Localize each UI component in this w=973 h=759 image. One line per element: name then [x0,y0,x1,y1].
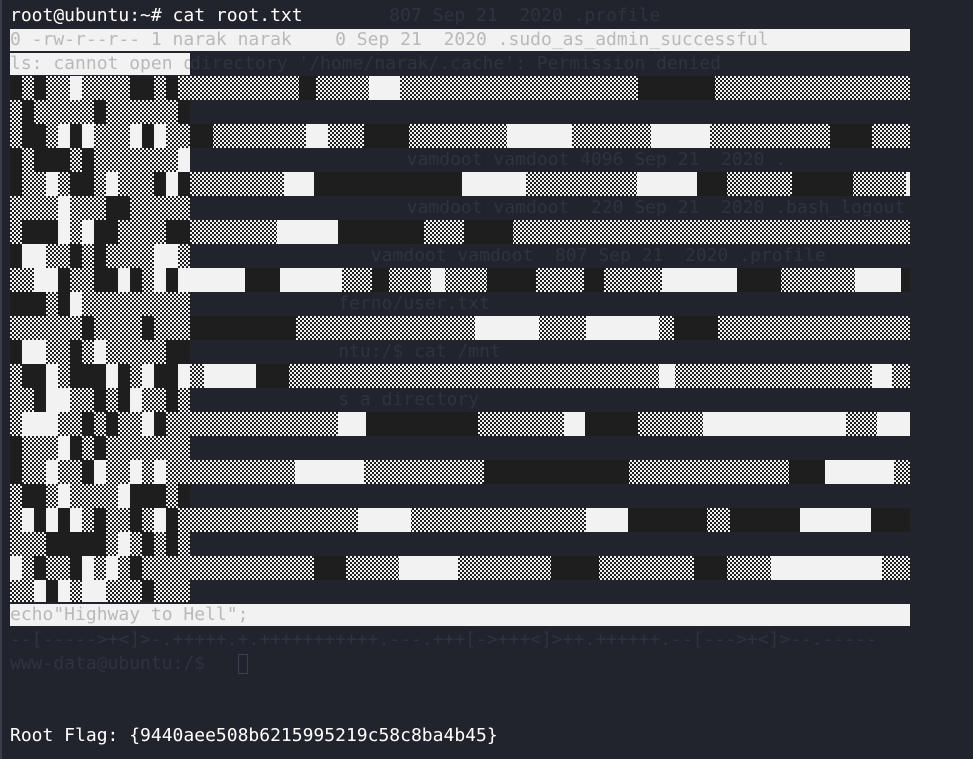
ghost-permission-text: directory '/home/narak/.cache': Permissi… [190,53,722,74]
ghost-line-user-txt: ferno/user.txt [154,293,490,314]
highlighted-output-line-1: 0 -rw-r--r-- 1 narak narak 0 Sep 21 2020… [10,29,910,51]
highlighted-output-line-3: echo"Highway to Hell"; [10,604,910,626]
terminal-window[interactable]: root@ubuntu:~# cat root.txt 0 -rw-r--r--… [0,0,973,759]
terminal-cursor[interactable] [238,654,248,674]
bar-text-2: ls: cannot open directory '/home/narak/.… [10,53,190,74]
highlighted-output-line-2: ls: cannot open directory '/home/narak/.… [10,53,190,75]
ghost-line-vamdoot-3: vamdoot vamdoot 807 Sep 21 2020 .profile [154,245,826,266]
ghost-line-vamdoot-2: vamdoot vamdoot 220 Sep 21 2020 .bash_lo… [190,197,906,218]
ghost-line-directory: s a directory [154,389,480,410]
bar-text-3: echo"Highway to Hell"; [10,604,249,625]
bar-text-1: 0 -rw-r--r-- 1 narak narak 0 Sep 21 2020… [10,29,769,50]
ghost-line-vamdoot-1: vamdoot vamdoot 4096 Sep 21 2020 . [190,149,787,170]
ghost-line-profile: 807 Sep 21 2020 .profile [10,5,661,26]
ghost-prompt: www-data@ubuntu:/$ [10,653,216,674]
ghost-line-cat-mnt: ntu:/$ cat /mnt [154,341,501,362]
root-flag-line: Root Flag: {9440aee508b6215995219c58c8ba… [10,725,498,746]
brainfuck-line: --[----->+<]>-.+++++.+.+++++++++++.---.+… [10,629,877,650]
